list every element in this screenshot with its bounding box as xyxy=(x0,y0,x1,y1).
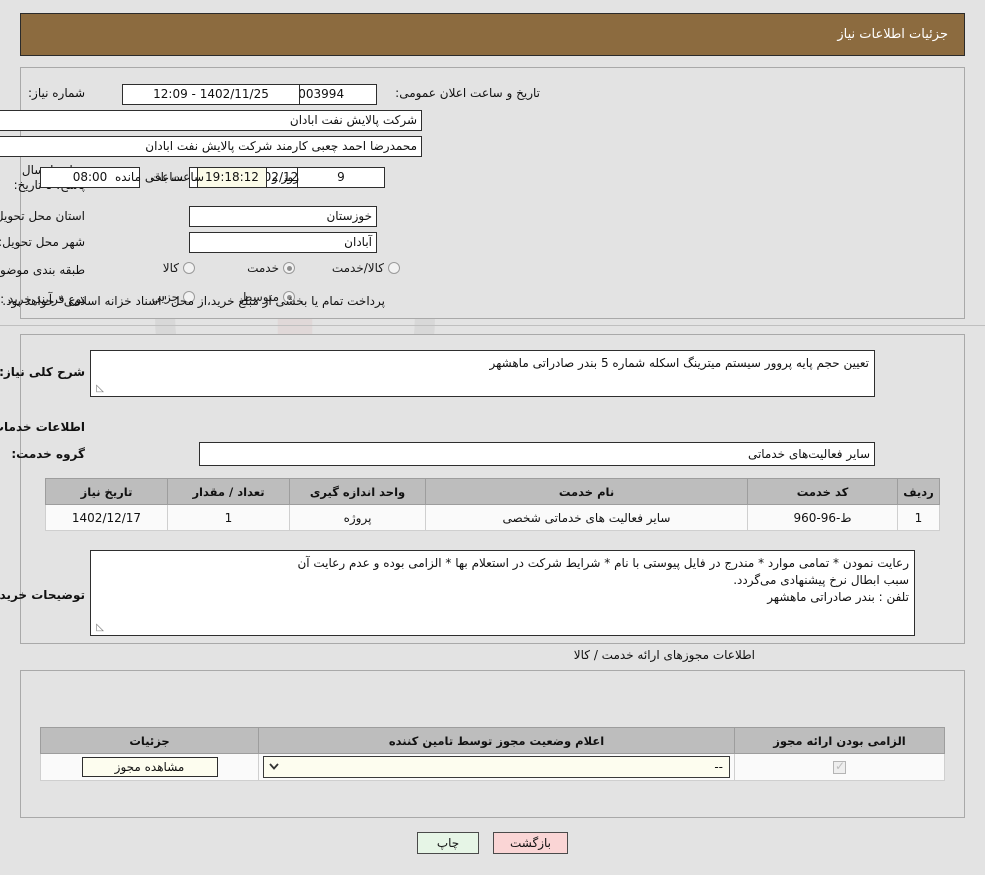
buyer-notes-line-2: سبب ابطال نرخ پیشنهادی می‌گردد. xyxy=(733,573,909,587)
cell-permit-required xyxy=(734,753,945,781)
remaining-days-suffix: روز و xyxy=(272,170,299,184)
radio-icon[interactable] xyxy=(283,262,295,274)
view-permit-button[interactable]: مشاهده مجوز xyxy=(81,757,218,777)
category-radio-khedmat-label: خدمت xyxy=(247,261,279,275)
buyer-notes-line-3: تلفن : بندر صادراتی ماهشهر xyxy=(767,590,909,604)
permit-status-select[interactable]: -- xyxy=(263,756,730,778)
cell-row: 1 xyxy=(897,504,940,531)
col-unit: واحد اندازه گیری xyxy=(289,478,426,505)
col-row: ردیف xyxy=(897,478,940,505)
permit-status-value: -- xyxy=(714,760,723,774)
col-permit-detail: جزئیات xyxy=(40,727,259,754)
cell-quantity: 1 xyxy=(167,504,290,531)
page-title-text: جزئیات اطلاعات نیاز xyxy=(837,27,948,42)
col-need-date: تاریخ نیاز xyxy=(45,478,168,505)
permits-table-header-row: الزامی بودن ارائه مجوز اعلام وضعیت مجوز … xyxy=(40,727,945,754)
cell-need-date: 1402/12/17 xyxy=(45,504,168,531)
remaining-time-suffix: ساعت باقی مانده xyxy=(115,170,205,184)
buyer-org-value: شرکت پالایش نفت ابادان xyxy=(0,110,422,131)
print-button[interactable]: چاپ xyxy=(417,832,479,854)
col-quantity: تعداد / مقدار xyxy=(167,478,290,505)
page-title: جزئیات اطلاعات نیاز xyxy=(20,13,965,56)
permits-table: الزامی بودن ارائه مجوز اعلام وضعیت مجوز … xyxy=(40,727,945,781)
footer-buttons: بازگشت چاپ xyxy=(0,832,985,854)
service-group-label: گروه خدمت: xyxy=(11,447,85,461)
table-row: 1 ط-96-960 سایر فعالیت های خدماتی شخصی پ… xyxy=(45,504,940,531)
services-table: ردیف کد خدمت نام خدمت واحد اندازه گیری ت… xyxy=(45,478,940,531)
category-radio-kala-khedmat-label: کالا/خدمت xyxy=(331,261,384,275)
need-number-label: شماره نیاز: xyxy=(28,86,85,100)
payment-note: پرداخت تمام یا بخشی از مبلغ خرید،از محل … xyxy=(2,294,385,308)
col-permit-status: اعلام وضعیت مجوز توسط تامین کننده xyxy=(258,727,735,754)
announce-datetime-value: 1402/11/25 - 12:09 xyxy=(122,84,300,105)
cell-unit: پروژه xyxy=(289,504,426,531)
announce-datetime-label: تاریخ و ساعت اعلان عمومی: xyxy=(395,86,540,100)
radio-icon[interactable] xyxy=(388,262,400,274)
buyer-notes-textarea[interactable]: رعایت نمودن * تمامی موارد * مندرج در فای… xyxy=(90,550,915,636)
description-textarea[interactable]: تعیین حجم پایه پروور سیستم میترینگ اسکله… xyxy=(90,350,875,397)
table-row: -- مشاهده مجوز xyxy=(40,753,945,781)
services-table-header-row: ردیف کد خدمت نام خدمت واحد اندازه گیری ت… xyxy=(45,478,940,505)
remaining-days-value: 9 xyxy=(297,167,385,188)
divider xyxy=(0,325,985,326)
back-button[interactable]: بازگشت xyxy=(493,832,568,854)
province-value: خوزستان xyxy=(189,206,377,227)
category-radio-kala[interactable]: کالا xyxy=(163,261,195,275)
description-value: تعیین حجم پایه پروور سیستم میترینگ اسکله… xyxy=(489,356,870,370)
permits-section-label: اطلاعات مجوزهای ارائه خدمت / کالا xyxy=(573,648,755,662)
col-service-name: نام خدمت xyxy=(425,478,748,505)
cell-service-code: ط-96-960 xyxy=(747,504,898,531)
cell-service-name: سایر فعالیت های خدماتی شخصی xyxy=(425,504,748,531)
col-service-code: کد خدمت xyxy=(747,478,898,505)
remaining-time-value: 19:18:12 xyxy=(197,167,267,188)
resize-grip-icon[interactable]: ◺ xyxy=(94,623,104,633)
cell-permit-status: -- xyxy=(258,753,735,781)
services-section-title: اطلاعات خدمات مورد نیاز xyxy=(0,420,85,434)
category-radio-kala-khedmat[interactable]: کالا/خدمت xyxy=(332,261,400,275)
radio-icon[interactable] xyxy=(183,262,195,274)
buyer-notes-label: توضیحات خریدار: xyxy=(0,588,85,602)
cell-permit-detail: مشاهده مجوز xyxy=(40,753,259,781)
city-label: شهر محل تحویل: xyxy=(0,235,85,249)
permit-required-checkbox xyxy=(833,759,846,774)
city-value: آبادان xyxy=(189,232,377,253)
service-group-value: سایر فعالیت‌های خدماتی xyxy=(199,442,875,466)
page-root: AriaTender.net جزئیات اطلاعات نیاز شماره… xyxy=(0,0,985,875)
requester-value: محمدرضا احمد چعبی کارمند شرکت پالایش نفت… xyxy=(0,136,422,157)
resize-grip-icon[interactable]: ◺ xyxy=(94,384,104,394)
chevron-down-icon xyxy=(269,763,279,770)
province-label: استان محل تحویل: xyxy=(0,209,85,223)
col-permit-required: الزامی بودن ارائه مجوز xyxy=(734,727,945,754)
category-radio-kala-label: کالا xyxy=(162,261,179,275)
category-radio-khedmat[interactable]: خدمت xyxy=(247,261,295,275)
category-label: طبقه بندی موضوعی: xyxy=(0,263,85,277)
buyer-notes-line-1: رعایت نمودن * تمامی موارد * مندرج در فای… xyxy=(297,556,909,570)
description-label: شرح کلی نیاز: xyxy=(0,365,85,379)
